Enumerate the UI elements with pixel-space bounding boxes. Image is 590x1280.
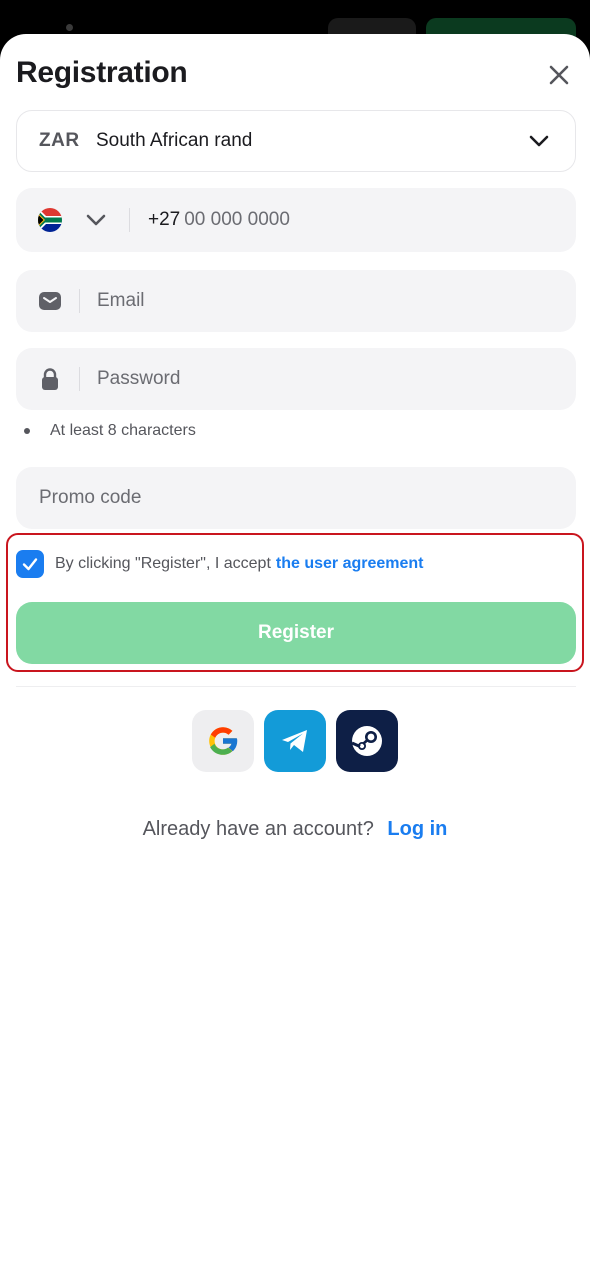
close-button[interactable] <box>544 60 574 90</box>
account-question: Already have an account? <box>142 818 374 840</box>
telegram-login-button[interactable] <box>264 710 326 772</box>
close-icon <box>549 65 569 85</box>
bullet-icon <box>24 428 30 434</box>
checkmark-icon <box>22 558 38 571</box>
login-row: Already have an account? Log in <box>0 818 590 841</box>
steam-login-button[interactable] <box>336 710 398 772</box>
chevron-down-icon <box>529 135 549 147</box>
registration-sheet: Registration ZAR South African rand +27 … <box>0 34 590 1280</box>
email-placeholder: Email <box>97 290 145 311</box>
register-button[interactable]: Register <box>16 602 576 664</box>
password-hint: At least 8 characters <box>24 422 196 440</box>
phone-input[interactable]: +27 00 000 0000 <box>148 188 290 252</box>
phone-country-code: +27 <box>148 209 181 230</box>
google-login-button[interactable] <box>192 710 254 772</box>
password-placeholder: Password <box>97 368 181 389</box>
telegram-icon <box>282 730 307 752</box>
divider <box>16 686 576 687</box>
user-agreement-link[interactable]: the user agreement <box>276 555 424 573</box>
agreement-checkbox[interactable] <box>16 550 44 578</box>
phone-placeholder: 00 000 0000 <box>184 209 290 230</box>
promo-code-field[interactable]: Promo code <box>16 467 576 529</box>
separator <box>79 367 80 391</box>
country-dropdown-chevron-icon[interactable] <box>86 210 106 230</box>
password-field[interactable]: Password <box>16 348 576 410</box>
promo-code-placeholder: Promo code <box>39 487 142 508</box>
currency-name: South African rand <box>96 130 253 151</box>
lock-icon <box>38 368 62 390</box>
header-dot <box>66 24 73 31</box>
south-africa-flag-icon <box>38 208 62 232</box>
page-title: Registration <box>16 56 188 89</box>
email-field[interactable]: Email <box>16 270 576 332</box>
agreement-text: By clicking "Register", I accept <box>55 555 271 572</box>
currency-code: ZAR <box>39 130 80 151</box>
login-link[interactable]: Log in <box>387 818 447 840</box>
separator <box>129 208 130 232</box>
mail-icon <box>38 290 62 312</box>
currency-select[interactable]: ZAR South African rand <box>16 110 576 172</box>
phone-field: +27 00 000 0000 <box>16 188 576 252</box>
password-hint-text: At least 8 characters <box>50 422 196 439</box>
google-icon <box>209 727 238 755</box>
steam-icon <box>351 726 382 756</box>
agreement-row: By clicking "Register", I accept the use… <box>16 550 424 578</box>
separator <box>79 289 80 313</box>
